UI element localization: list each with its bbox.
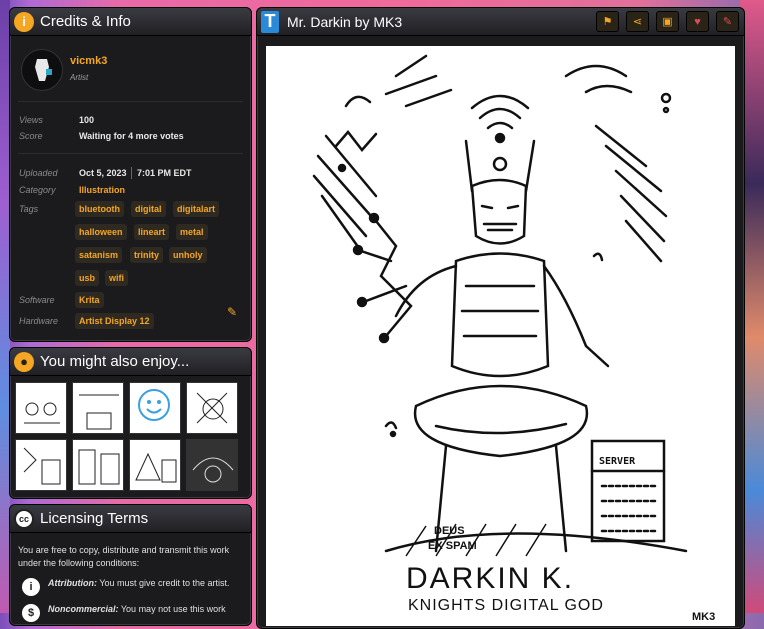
thumbnail[interactable]	[186, 382, 238, 434]
attribution-icon: i	[22, 578, 40, 596]
title-t-icon: T	[261, 10, 279, 33]
recommendations-panel: ● You might also enjoy...	[9, 347, 252, 499]
thumbnail[interactable]	[129, 382, 181, 434]
recommendations-header: ● You might also enjoy...	[10, 348, 251, 376]
licensing-title: Licensing Terms	[40, 510, 149, 527]
divider-pipe	[131, 167, 132, 179]
share-icon[interactable]: ⋖	[626, 11, 649, 32]
attribution-desc: You must give credit to the artist.	[99, 578, 230, 588]
artwork-toolbar: ⚑ ⋖ ▣ ♥ ✎	[589, 11, 744, 32]
thumbnail[interactable]	[186, 439, 238, 491]
uploaded-date: Oct 5, 2023	[79, 168, 127, 178]
tag-chip[interactable]: trinity	[130, 247, 164, 263]
caption-deus: DEUS	[434, 525, 465, 537]
software-label: Software	[19, 295, 55, 305]
tag-chip[interactable]: wifi	[105, 270, 128, 286]
hardware-chip[interactable]: Artist Display 12	[75, 313, 154, 329]
creative-commons-icon: cc	[14, 508, 34, 529]
licensing-panel: cc Licensing Terms You are free to copy,…	[9, 504, 252, 626]
artwork-drawing: SERVER DEUS EX SPAM DARKIN K. KNIGHTS DI…	[312, 54, 715, 623]
caption-main: DARKIN K.	[406, 562, 574, 595]
licensing-header: cc Licensing Terms	[10, 505, 251, 533]
credits-title: Credits & Info	[40, 13, 131, 30]
tag-chip[interactable]: halloween	[75, 224, 127, 240]
thumbnail[interactable]	[15, 382, 67, 434]
credits-panel: i Credits & Info vicmk3 Artist Views 100…	[9, 7, 252, 342]
artwork-title: Mr. Darkin by MK3	[287, 13, 403, 30]
category-value[interactable]: Illustration	[79, 185, 125, 195]
tag-chip[interactable]: digitalart	[173, 201, 220, 217]
divider	[18, 153, 243, 154]
tag-chip[interactable]: satanism	[75, 247, 123, 263]
caption-sub: KNIGHTS DIGITAL GOD	[408, 597, 604, 614]
noncommercial-text: Noncommercial: You may not use this work	[48, 603, 243, 616]
hardware-label: Hardware	[19, 316, 59, 326]
tag-chip[interactable]: bluetooth	[75, 201, 124, 217]
thumbnail[interactable]	[129, 439, 181, 491]
tag-chip[interactable]: usb	[75, 270, 100, 286]
info-icon: i	[14, 11, 34, 32]
score-label: Score	[19, 131, 43, 141]
score-value: Waiting for 4 more votes	[79, 131, 184, 141]
tags-label: Tags	[19, 204, 39, 214]
artwork-image[interactable]: SERVER DEUS EX SPAM DARKIN K. KNIGHTS DI…	[266, 46, 735, 626]
favorite-heart-icon[interactable]: ♥	[686, 11, 709, 32]
palette-icon: ●	[14, 351, 34, 372]
tag-chip[interactable]: metal	[176, 224, 208, 240]
thumbnail[interactable]	[15, 439, 67, 491]
artwork-panel: T Mr. Darkin by MK3 ⚑ ⋖ ▣ ♥ ✎ SERVER DEU…	[256, 7, 745, 629]
artist-avatar[interactable]	[21, 49, 63, 91]
views-value: 100	[79, 115, 95, 125]
collection-icon[interactable]: ▣	[656, 11, 679, 32]
flag-icon[interactable]: ⚑	[596, 11, 619, 32]
artwork-header: T Mr. Darkin by MK3 ⚑ ⋖ ▣ ♥ ✎	[257, 8, 744, 36]
attribution-text: Attribution: You must give credit to the…	[48, 577, 243, 590]
tag-chip[interactable]: digital	[131, 201, 166, 217]
uploaded-label: Uploaded	[19, 168, 58, 178]
thumbnail[interactable]	[72, 382, 124, 434]
software-chip[interactable]: Krita	[75, 292, 104, 308]
artist-role: Artist	[70, 73, 89, 82]
licensing-intro: You are free to copy, distribute and tra…	[18, 545, 230, 568]
tag-chip[interactable]: lineart	[134, 224, 170, 240]
views-label: Views	[19, 115, 43, 125]
artist-name[interactable]: vicmk3	[70, 55, 107, 67]
noncommercial-icon: $	[22, 604, 40, 622]
category-label: Category	[19, 185, 56, 195]
attribution-term: Attribution:	[48, 578, 97, 588]
thumbnail[interactable]	[72, 439, 124, 491]
edit-pencil-icon[interactable]: ✎	[716, 11, 739, 32]
edit-pencil-icon[interactable]: ✎	[227, 305, 237, 319]
tag-chip[interactable]: unholy	[169, 247, 207, 263]
uploaded-time: 7:01 PM EDT	[137, 168, 192, 178]
recommendations-title: You might also enjoy...	[40, 353, 190, 370]
caption-spam: EX SPAM	[428, 540, 477, 552]
divider	[18, 101, 243, 102]
credits-header: i Credits & Info	[10, 8, 251, 36]
server-label: SERVER	[599, 456, 636, 467]
